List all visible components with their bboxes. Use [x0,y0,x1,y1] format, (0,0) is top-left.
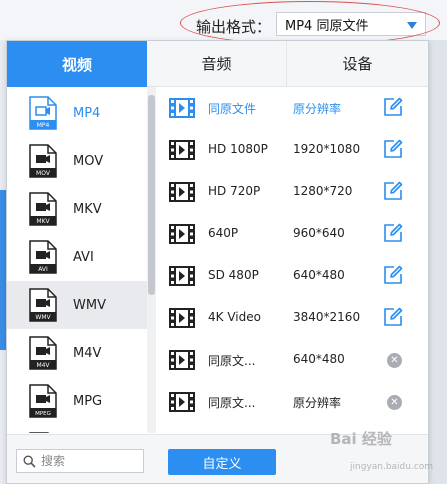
preset-list: 同原文件 原分辨率 HD 1080P 1920*1080 HD 720P 128… [157,87,428,433]
output-format-select[interactable]: MP4 同原文件 [276,12,426,36]
preset-row[interactable]: SD 480P 640*480 [157,255,428,297]
preset-name: 同原文... [208,396,256,410]
app-background-right [429,40,447,484]
edit-icon[interactable] [383,265,403,285]
category-tabs: 视频 音频 设备 [7,41,428,87]
format-item-partial[interactable] [7,425,147,433]
format-item-mp4[interactable]: MP4 MP4 [7,89,147,137]
format-label-mpg: MPG [73,393,103,409]
preset-name: 同原文... [208,354,256,368]
format-list-scrollbar[interactable] [147,87,156,433]
format-item-m4v[interactable]: M4V M4V [7,329,147,377]
search-box[interactable] [16,449,144,473]
edit-icon[interactable] [383,223,403,243]
scrollbar-thumb[interactable] [148,95,155,295]
mpg-badge-text: MPEG [35,411,51,417]
search-icon [23,455,36,468]
mov-file-icon: MOV [29,144,57,178]
film-icon [169,392,195,412]
preset-resolution: 原分辨率 [293,396,342,410]
wmv-badge-text: WMV [35,314,51,321]
format-item-avi[interactable]: AVI AVI [7,233,147,281]
preset-resolution: 1280*720 [293,184,353,198]
format-item-mkv[interactable]: MKV MKV [7,185,147,233]
edit-icon[interactable] [383,97,403,117]
preset-name: SD 480P [208,268,259,282]
edit-icon[interactable] [383,181,403,201]
mp4-file-icon: MP4 [29,96,57,130]
format-label-mp4: MP4 [73,105,101,121]
tab-audio[interactable]: 音频 [147,41,287,87]
format-item-wmv[interactable]: WMV WMV [7,281,147,329]
preset-name: HD 1080P [208,142,268,156]
custom-button[interactable]: 自定义 [168,449,276,475]
preset-resolution: 640*480 [293,268,345,282]
film-icon [169,98,195,118]
film-icon [169,308,195,328]
preset-resolution: 1920*1080 [293,142,361,156]
film-icon [169,266,195,286]
preset-resolution: 原分辨率 [293,102,342,116]
m4v-badge-text: M4V [36,362,50,369]
preset-row[interactable]: 同原文件 原分辨率 [157,87,428,129]
film-icon [169,140,195,160]
edit-icon[interactable] [383,307,403,327]
output-format-bar: 输出格式： MP4 同原文件 [0,0,447,45]
preset-row[interactable]: HD 720P 1280*720 [157,171,428,213]
m4v-file-icon: M4V [29,336,57,370]
dropdown-caret-icon[interactable] [407,22,417,29]
output-format-label: 输出格式： [196,18,272,36]
partial-file-icon [29,432,50,433]
delete-icon[interactable]: ✕ [387,353,402,368]
preset-name: 同原文件 [208,102,257,116]
format-list: MP4 MP4 MOV MOV MKV MKV AVI AVI WMV WMV … [7,87,147,433]
format-label-m4v: M4V [73,345,102,361]
output-format-value: MP4 同原文件 [285,18,369,34]
mkv-file-icon: MKV [29,192,57,226]
tab-device[interactable]: 设备 [287,41,428,87]
preset-name: 4K Video [208,310,261,324]
avi-badge-text: AVI [38,266,48,273]
search-input[interactable] [41,452,139,470]
format-label-avi: AVI [73,249,94,265]
film-icon [169,350,195,370]
preset-resolution: 640*480 [293,352,345,366]
mov-badge-text: MOV [36,170,51,177]
film-icon [169,224,195,244]
avi-file-icon: AVI [29,240,57,274]
mpg-file-icon: MPEG [29,384,57,418]
format-label-wmv: WMV [73,297,106,313]
format-item-mov[interactable]: MOV MOV [7,137,147,185]
mkv-badge-text: MKV [36,218,50,225]
wmv-file-icon: WMV [29,288,57,322]
preset-row[interactable]: HD 1080P 1920*1080 [157,129,428,171]
format-popup-panel: 视频 音频 设备 MP4 MP4 MOV MOV MKV MKV AVI AVI… [6,40,429,484]
preset-row[interactable]: 同原文... 原分辨率 ✕ [157,381,428,423]
preset-name: HD 720P [208,184,261,198]
film-icon [169,182,195,202]
preset-name: 640P [208,226,239,240]
preset-resolution: 3840*2160 [293,310,361,324]
tab-video[interactable]: 视频 [7,41,147,87]
format-item-mpg[interactable]: MPEG MPG [7,377,147,425]
watermark-url: jingyan.baidu.com [350,462,434,472]
preset-row[interactable]: 640P 960*640 [157,213,428,255]
edit-icon[interactable] [383,139,403,159]
mp4-badge-text: MP4 [37,122,50,129]
preset-resolution: 960*640 [293,226,345,240]
format-label-mov: MOV [73,153,104,169]
format-label-mkv: MKV [73,201,102,217]
delete-icon[interactable]: ✕ [387,395,402,410]
preset-row[interactable]: 同原文... 640*480 ✕ [157,339,428,381]
preset-row[interactable]: 4K Video 3840*2160 [157,297,428,339]
